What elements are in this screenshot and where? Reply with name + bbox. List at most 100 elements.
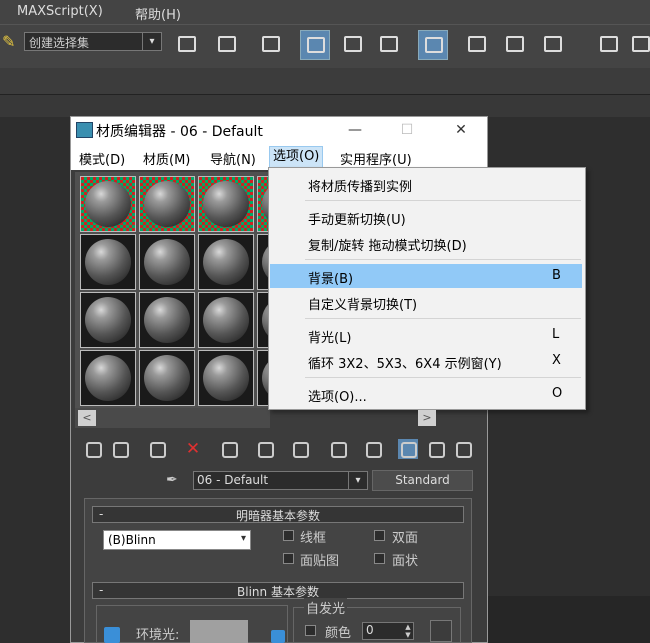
make-unique-icon[interactable] [255, 439, 275, 459]
ambient-color-swatch[interactable] [190, 620, 248, 643]
shader-type-value: (B)Blinn [108, 533, 156, 547]
curve-editor-icon[interactable] [338, 30, 368, 60]
material-editor-icon[interactable] [418, 30, 448, 60]
menu-item-label: 选项(O)... [308, 390, 367, 405]
menu-item-background[interactable]: 背景(B) B [270, 264, 582, 288]
menu-item-propagate[interactable]: 将材质传播到实例 [270, 172, 582, 196]
menu-mode[interactable]: 模式(D) [79, 149, 125, 168]
menu-item-label: 将材质传播到实例 [308, 180, 413, 195]
material-sample-slot[interactable] [80, 350, 136, 406]
menu-separator [305, 377, 581, 378]
shader-type-select[interactable]: (B)Blinn ▾ [103, 530, 251, 550]
scroll-left-button[interactable]: < [78, 410, 96, 426]
material-sample-slot[interactable] [198, 292, 254, 348]
menu-utilities[interactable]: 实用程序(U) [340, 149, 412, 168]
menu-item-shortcut: O [552, 386, 563, 401]
material-sphere [85, 239, 131, 285]
show-end-result-icon[interactable] [398, 439, 418, 459]
material-sphere [203, 239, 249, 285]
menu-options[interactable]: 选项(O) [269, 146, 324, 168]
menu-item-copy-rotate[interactable]: 复制/旋转 拖动模式切换(D) [270, 231, 582, 255]
wire-checkbox[interactable] [283, 530, 294, 541]
material-sphere [144, 297, 190, 343]
material-name-field[interactable]: 06 - Default ▾ [193, 471, 368, 490]
material-sample-slot[interactable] [139, 234, 195, 290]
copy-material-icon[interactable] [219, 439, 239, 459]
two-sided-checkbox[interactable] [374, 530, 385, 541]
two-sided-label: 双面 [392, 531, 419, 546]
material-sample-slot[interactable] [80, 176, 136, 232]
menu-maxscript[interactable]: MAXScript(X) [17, 4, 103, 19]
face-map-checkbox[interactable] [283, 553, 294, 564]
maximize-button[interactable]: ☐ [384, 117, 430, 144]
material-sample-slot[interactable] [80, 234, 136, 290]
close-button[interactable]: ✕ [438, 117, 484, 144]
go-to-parent-icon[interactable] [426, 439, 446, 459]
blinn-basic-rollout[interactable]: - Blinn 基本参数 [92, 582, 464, 599]
menu-separator [305, 318, 581, 319]
menu-item-options[interactable]: 选项(O)... O [270, 382, 582, 406]
minimize-button[interactable]: — [332, 117, 378, 144]
material-sample-slot[interactable] [139, 176, 195, 232]
eyedropper-icon[interactable]: ✒ [166, 472, 184, 490]
slots-scrollbar[interactable] [75, 408, 270, 428]
selection-set-dropdown[interactable]: 创建选择集 ▾ [24, 32, 162, 51]
menu-item-shortcut: L [552, 327, 560, 342]
material-sphere [203, 181, 249, 227]
material-sphere [144, 355, 190, 401]
material-sample-slot[interactable] [139, 292, 195, 348]
menu-navigation[interactable]: 导航(N) [210, 149, 256, 168]
faceted-checkbox[interactable] [374, 553, 385, 564]
shader-basic-rollout[interactable]: - 明暗器基本参数 [92, 506, 464, 523]
self-illum-map-button[interactable] [430, 620, 452, 642]
material-sphere [85, 297, 131, 343]
scroll-right-button[interactable]: > [418, 410, 436, 426]
edit-selection-icon[interactable]: ✎ [2, 32, 20, 58]
menu-help[interactable]: 帮助(H) [135, 4, 181, 23]
menu-item-label: 背光(L) [308, 331, 352, 346]
material-type-button[interactable]: Standard [372, 470, 473, 491]
assign-to-selection-icon[interactable] [147, 439, 167, 459]
rollout-title: Blinn 基本参数 [237, 585, 319, 599]
ambient-label: 环境光: [136, 628, 180, 643]
self-illum-spinner[interactable]: 0 ▲ ▼ [362, 622, 414, 640]
render-teapot-icon[interactable] [538, 30, 568, 60]
get-material-icon[interactable] [83, 439, 103, 459]
menu-item-backlight[interactable]: 背光(L) L [270, 323, 582, 347]
put-to-scene-icon[interactable] [110, 439, 130, 459]
lock-small-icon[interactable] [271, 630, 285, 643]
menu-item-manual-update[interactable]: 手动更新切换(U) [270, 205, 582, 229]
reset-map-icon[interactable]: ✕ [183, 439, 203, 459]
menu-item-shortcut: X [552, 353, 561, 368]
material-sample-slot[interactable] [198, 350, 254, 406]
material-id-icon[interactable] [328, 439, 348, 459]
scene-explorer-icon[interactable] [300, 30, 330, 60]
menu-material[interactable]: 材质(M) [143, 149, 190, 168]
put-to-library-icon[interactable] [290, 439, 310, 459]
material-sample-slot[interactable] [139, 350, 195, 406]
menu-item-cycle-slots[interactable]: 循环 3X2、5X3、6X4 示例窗(Y) X [270, 349, 582, 373]
align-icon[interactable] [212, 30, 242, 60]
menu-item-custom-background[interactable]: 自定义背景切换(T) [270, 290, 582, 314]
extra-tool-2-icon[interactable] [626, 30, 650, 60]
lock-icon[interactable] [104, 627, 120, 643]
material-sample-slot[interactable] [198, 176, 254, 232]
material-sample-slot[interactable] [80, 292, 136, 348]
mirror-icon[interactable] [172, 30, 202, 60]
material-sphere [203, 297, 249, 343]
spinner-up-icon[interactable]: ▲ [403, 623, 413, 631]
material-sample-slot[interactable] [198, 234, 254, 290]
faceted-label: 面状 [392, 554, 419, 569]
face-map-label: 面贴图 [300, 554, 340, 569]
show-shaded-icon[interactable] [363, 439, 383, 459]
material-sphere [144, 239, 190, 285]
self-illum-color-checkbox[interactable] [305, 625, 316, 636]
spinner-down-icon[interactable]: ▼ [403, 631, 413, 639]
rendered-frame-icon[interactable] [500, 30, 530, 60]
layer-manager-icon[interactable] [256, 30, 286, 60]
schematic-view-icon[interactable] [374, 30, 404, 60]
extra-tool-icon[interactable] [594, 30, 624, 60]
go-forward-sibling-icon[interactable] [453, 439, 473, 459]
render-setup-icon[interactable] [462, 30, 492, 60]
material-sphere [85, 181, 131, 227]
